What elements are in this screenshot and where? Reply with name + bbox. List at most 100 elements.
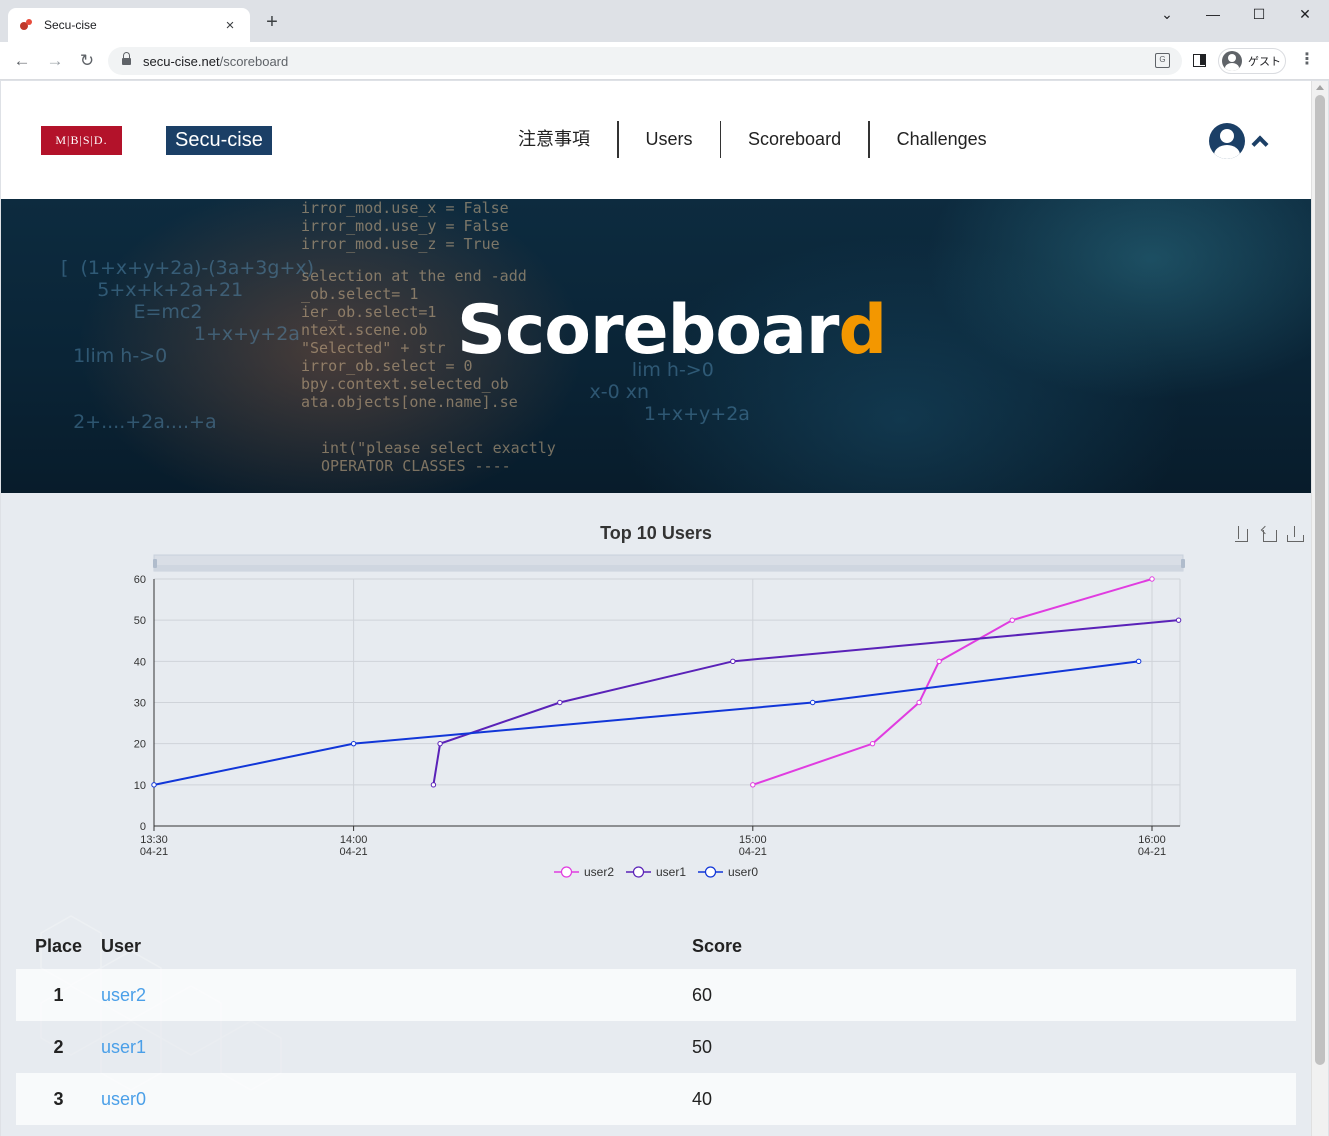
- hero-banner: irror_mod.use_x = False irror_mod.use_y …: [1, 199, 1311, 493]
- data-point-user1: [430, 782, 437, 788]
- nav-notice[interactable]: 注意事項: [491, 121, 617, 158]
- nav-challenges[interactable]: Challenges: [870, 121, 1014, 158]
- data-point-user2: [1009, 617, 1015, 623]
- zoom-handle-left: [153, 559, 157, 568]
- user-link[interactable]: user2: [101, 985, 146, 1005]
- minimize-button[interactable]: —: [1203, 6, 1223, 22]
- profile-label: ゲスト: [1248, 56, 1281, 68]
- user-cell: user2: [101, 969, 692, 1021]
- data-point-user1: [730, 658, 736, 665]
- reload-button[interactable]: ↻: [76, 50, 98, 72]
- scrollbar-thumb[interactable]: [1315, 95, 1325, 1065]
- brand-link[interactable]: Secu-cise: [166, 126, 272, 155]
- user-cell: user0: [101, 1073, 692, 1125]
- y-tick-label: 10: [134, 780, 146, 792]
- mbsd-logo[interactable]: M|B|S|D.: [41, 126, 122, 155]
- site-favicon-icon: [20, 18, 34, 32]
- y-tick-label: 0: [140, 821, 146, 833]
- score-cell: 50: [692, 1036, 713, 1057]
- user-link[interactable]: user1: [101, 1037, 146, 1057]
- x-tick-date-label: 04-21: [1138, 846, 1166, 858]
- page-scrollbar[interactable]: [1311, 81, 1328, 1136]
- data-point-user0: [151, 782, 157, 788]
- hero-background-code: int("please select exactly OPERATOR CLAS…: [321, 439, 556, 475]
- data-point-user1: [557, 699, 563, 706]
- legend-marker-user0: [704, 866, 717, 878]
- score-cell: 40: [692, 1088, 713, 1109]
- chevron-up-icon[interactable]: [1251, 135, 1269, 153]
- x-tick-label: 16:00: [1138, 834, 1166, 846]
- browser-menu-icon[interactable]: ⋮: [1299, 50, 1315, 70]
- legend-label-user0: user0: [728, 865, 758, 879]
- y-tick-label: 30: [134, 698, 146, 710]
- translate-icon[interactable]: G: [1155, 53, 1170, 68]
- page-title: Scoreboard: [457, 291, 887, 370]
- back-button[interactable]: ←: [11, 50, 33, 72]
- x-tick-label: 14:00: [340, 834, 368, 846]
- tab-close-icon[interactable]: ×: [222, 17, 238, 34]
- x-tick-date-label: 04-21: [340, 846, 368, 858]
- tab-title: Secu-cise: [44, 18, 97, 32]
- legend-label-user1: user1: [656, 865, 686, 879]
- legend-marker-user1: [632, 866, 645, 878]
- hero-background-code: irror_mod.use_x = False irror_mod.use_y …: [301, 199, 509, 253]
- legend-marker-user2: [560, 866, 573, 878]
- x-tick-date-label: 04-21: [739, 846, 767, 858]
- table-row: 1 user2 60: [16, 969, 1296, 1021]
- data-point-user2: [1149, 576, 1155, 582]
- nav-users[interactable]: Users: [619, 121, 720, 158]
- x-tick-label: 15:00: [739, 834, 767, 846]
- header-place: Place: [34, 935, 83, 956]
- scoreboard-content: Top 10 Users 0 10 20 30 40 50 60 13:30 04-21 14:0…: [1, 493, 1311, 1136]
- scroll-up-icon[interactable]: [1316, 85, 1324, 90]
- y-tick-label: 40: [134, 656, 146, 668]
- y-tick-label: 50: [134, 615, 146, 627]
- table-row: 3 user0 40: [16, 1073, 1296, 1125]
- data-point-user2: [936, 658, 942, 665]
- address-bar[interactable]: secu-cise.net/scoreboard G: [108, 47, 1182, 75]
- user-cell: user1: [101, 1021, 692, 1073]
- zoom-handle-right: [1181, 559, 1185, 568]
- user-link[interactable]: user0: [101, 1089, 146, 1109]
- url-text[interactable]: secu-cise.net/scoreboard: [143, 54, 288, 69]
- maximize-button[interactable]: ☐: [1249, 6, 1269, 23]
- lock-icon[interactable]: [122, 51, 131, 67]
- scoreboard-table: Place User Score 1 user2 60 2 user1 50 3: [16, 925, 1296, 1125]
- data-point-user2: [916, 699, 922, 706]
- browser-toolbar: ← → ↻ secu-cise.net/scoreboard G ゲスト ⋮: [0, 42, 1329, 80]
- profile-button[interactable]: ゲスト: [1218, 48, 1286, 74]
- new-tab-button[interactable]: +: [262, 12, 282, 32]
- place-cell: 3: [53, 1088, 64, 1109]
- score-chart: 010203040506013:3004-2114:0004-2115:0004…: [134, 554, 1185, 879]
- header-user: User: [101, 935, 142, 956]
- table-row: 2 user1 50: [16, 1021, 1296, 1073]
- forward-button[interactable]: →: [44, 50, 66, 72]
- nav-scoreboard[interactable]: Scoreboard: [721, 121, 868, 158]
- place-cell: 1: [53, 984, 64, 1005]
- place-cell: 2: [53, 1036, 64, 1057]
- data-point-user0: [809, 699, 816, 706]
- data-point-user0: [1135, 658, 1142, 665]
- browser-tab-bar: Secu-cise × + ⌄ — ☐ ✕: [0, 0, 1329, 42]
- header-score: Score: [692, 935, 743, 956]
- tab-search-icon[interactable]: ⌄: [1157, 6, 1177, 23]
- chart-legend: user2 user1 user0: [554, 865, 758, 879]
- y-tick-label: 20: [134, 739, 146, 751]
- score-cell: 60: [692, 984, 713, 1005]
- series-line-user2: [752, 578, 1153, 786]
- site-header: M|B|S|D. Secu-cise 注意事項 Users Scoreboard…: [1, 81, 1311, 199]
- chart-lines: [151, 576, 1182, 788]
- user-account-icon[interactable]: [1209, 123, 1245, 159]
- x-tick-label: 13:30: [140, 834, 168, 846]
- y-tick-label: 60: [134, 574, 146, 586]
- zoom-slider-fill: [154, 565, 1183, 571]
- close-window-button[interactable]: ✕: [1295, 6, 1315, 23]
- legend-label-user2: user2: [584, 865, 614, 879]
- x-tick-date-label: 04-21: [140, 846, 168, 858]
- data-point-user1: [1175, 617, 1182, 623]
- data-point-user2: [750, 782, 756, 788]
- side-panel-icon[interactable]: [1193, 54, 1206, 67]
- browser-tab[interactable]: Secu-cise ×: [8, 8, 250, 42]
- profile-avatar-icon: [1222, 51, 1242, 71]
- chart-zoom-slider[interactable]: [153, 554, 1185, 572]
